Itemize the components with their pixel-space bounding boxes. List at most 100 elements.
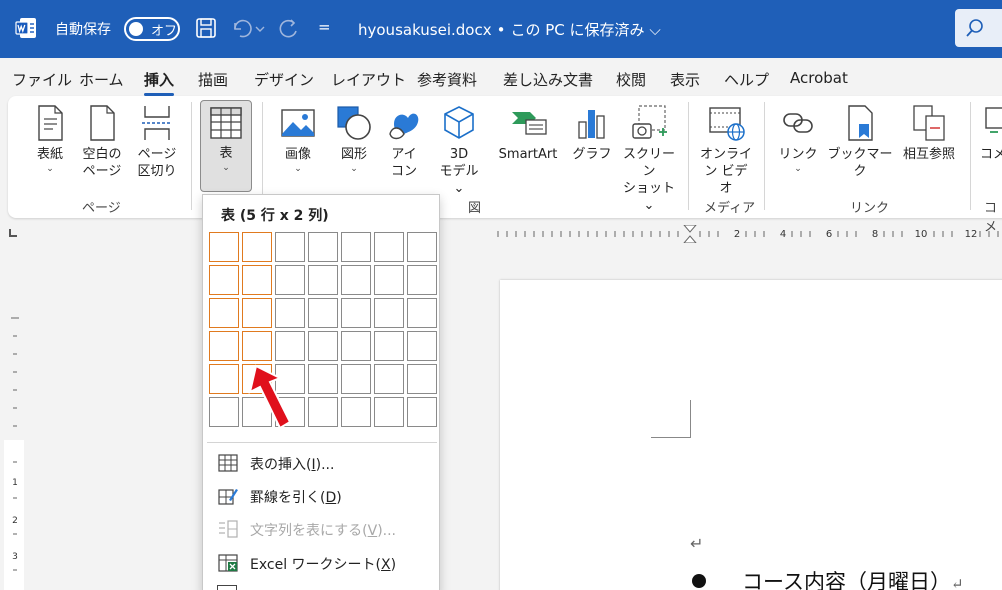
table-grid-cell[interactable] <box>407 265 437 295</box>
table-button[interactable]: 表 ⌄ <box>200 100 252 192</box>
table-grid[interactable] <box>209 232 437 428</box>
page-break-icon <box>142 106 172 140</box>
draw-table-label: 罫線を引く(D) <box>250 490 342 506</box>
tab-help[interactable]: ヘルプ <box>724 69 769 90</box>
tab-design[interactable]: デザイン <box>254 69 314 90</box>
table-label: 表 <box>219 146 233 161</box>
table-grid-cell[interactable] <box>407 397 437 427</box>
horizontal-ruler[interactable]: 2 4 6 8 10 12 <box>450 225 1002 243</box>
group-label-illustrations: 図 <box>468 201 482 216</box>
table-grid-cell[interactable] <box>407 331 437 361</box>
smartart-button[interactable]: SmartArt <box>492 104 564 163</box>
online-video-icon <box>709 107 745 141</box>
document-text-line[interactable]: コース内容（月曜日）↵ <box>742 566 964 590</box>
search-button[interactable] <box>955 9 1002 47</box>
customize-qat-icon[interactable]: = <box>318 18 340 40</box>
cover-page-button[interactable]: 表紙 ⌄ <box>28 104 72 175</box>
table-grid-cell[interactable] <box>209 265 239 295</box>
chart-button[interactable]: グラフ <box>570 104 614 163</box>
3d-models-label-2: モデル ⌄ <box>439 164 479 196</box>
table-grid-cell[interactable] <box>209 331 239 361</box>
table-grid-cell[interactable] <box>374 265 404 295</box>
excel-icon <box>218 554 238 572</box>
undo-icon[interactable] <box>230 17 252 39</box>
table-grid-cell[interactable] <box>275 265 305 295</box>
table-grid-cell[interactable] <box>242 298 272 328</box>
tab-view[interactable]: 表示 <box>670 69 700 90</box>
tab-file[interactable]: ファイル <box>12 69 72 90</box>
table-grid-cell[interactable] <box>275 232 305 262</box>
table-grid-cell[interactable] <box>308 298 338 328</box>
table-grid-cell[interactable] <box>341 364 371 394</box>
table-grid-cell[interactable] <box>407 364 437 394</box>
table-grid-cell[interactable] <box>407 232 437 262</box>
page-break-label-2: 区切り <box>137 164 177 179</box>
svg-text:1: 1 <box>12 478 18 488</box>
table-grid-cell[interactable] <box>209 397 239 427</box>
tab-insert[interactable]: 挿入 <box>144 69 175 96</box>
table-grid-cell[interactable] <box>341 232 371 262</box>
tab-layout[interactable]: レイアウト <box>331 69 406 90</box>
tab-home[interactable]: ホーム <box>79 69 124 90</box>
page-break-button[interactable]: ページ 区切り <box>134 104 180 180</box>
redo-icon[interactable] <box>277 17 299 39</box>
comment-button[interactable]: コメ <box>980 104 1002 163</box>
autosave-toggle[interactable]: オフ <box>124 17 180 41</box>
table-grid-cell[interactable] <box>308 331 338 361</box>
table-grid-cell[interactable] <box>374 298 404 328</box>
link-button[interactable]: リンク ⌄ <box>776 104 820 175</box>
bookmark-icon <box>848 105 873 141</box>
screenshot-icon <box>632 105 667 139</box>
table-grid-cell[interactable] <box>308 397 338 427</box>
icons-label-2: コン <box>390 164 417 179</box>
table-grid-cell[interactable] <box>308 232 338 262</box>
table-grid-cell[interactable] <box>209 364 239 394</box>
table-grid-cell[interactable] <box>374 331 404 361</box>
tab-selector[interactable] <box>9 229 17 237</box>
pictures-label: 画像 <box>284 147 311 162</box>
tab-draw[interactable]: 描画 <box>198 69 228 90</box>
table-grid-cell[interactable] <box>374 232 404 262</box>
shapes-button[interactable]: 図形 ⌄ <box>332 104 376 175</box>
icons-button[interactable]: アイ コン <box>384 104 424 180</box>
table-grid-cell[interactable] <box>407 298 437 328</box>
3d-models-button[interactable]: 3D モデル ⌄ <box>432 104 486 197</box>
document-page[interactable] <box>500 280 1002 590</box>
paragraph-mark: ↵ <box>690 534 704 553</box>
table-grid-cell[interactable] <box>341 265 371 295</box>
bar-chart-icon <box>578 110 605 139</box>
table-grid-cell[interactable] <box>242 265 272 295</box>
pictures-button[interactable]: 画像 ⌄ <box>276 104 320 175</box>
table-grid-cell[interactable] <box>374 364 404 394</box>
svg-text:3: 3 <box>12 552 18 562</box>
table-grid-cell[interactable] <box>341 298 371 328</box>
chevron-down-icon: ⌄ <box>350 164 358 174</box>
online-video-button[interactable]: オンライ ン ビデオ <box>698 104 754 197</box>
screenshot-button[interactable]: スクリーン ショット ⌄ <box>618 104 680 214</box>
table-grid-cell[interactable] <box>209 232 239 262</box>
table-grid-cell[interactable] <box>308 265 338 295</box>
tab-references[interactable]: 参考資料 <box>417 69 477 90</box>
cross-reference-button[interactable]: 相互参照 <box>898 104 960 163</box>
document-title[interactable]: hyousakusei.docx • この PC に保存済み ⌵ <box>358 19 661 40</box>
tab-acrobat[interactable]: Acrobat <box>790 69 848 87</box>
table-grid-cell[interactable] <box>374 397 404 427</box>
blank-page-label-2: ページ <box>82 164 122 179</box>
bookmark-button[interactable]: ブックマーク <box>826 104 894 180</box>
chevron-down-icon: ⌄ <box>46 164 54 174</box>
table-grid-cell[interactable] <box>242 232 272 262</box>
table-grid-cell[interactable] <box>341 397 371 427</box>
table-grid-cell[interactable] <box>275 298 305 328</box>
tab-review[interactable]: 校閲 <box>616 69 646 90</box>
cover-page-label: 表紙 <box>36 147 63 162</box>
undo-dropdown-icon[interactable] <box>254 17 266 39</box>
picture-icon <box>281 109 315 137</box>
table-grid-cell[interactable] <box>209 298 239 328</box>
tab-mailings[interactable]: 差し込み文書 <box>503 69 593 90</box>
blank-page-button[interactable]: 空白の ページ <box>78 104 126 180</box>
group-divider <box>764 102 765 210</box>
table-grid-cell[interactable] <box>341 331 371 361</box>
table-grid-cell[interactable] <box>308 364 338 394</box>
vertical-ruler[interactable]: 1 2 3 <box>0 250 28 590</box>
save-icon[interactable] <box>195 17 217 39</box>
